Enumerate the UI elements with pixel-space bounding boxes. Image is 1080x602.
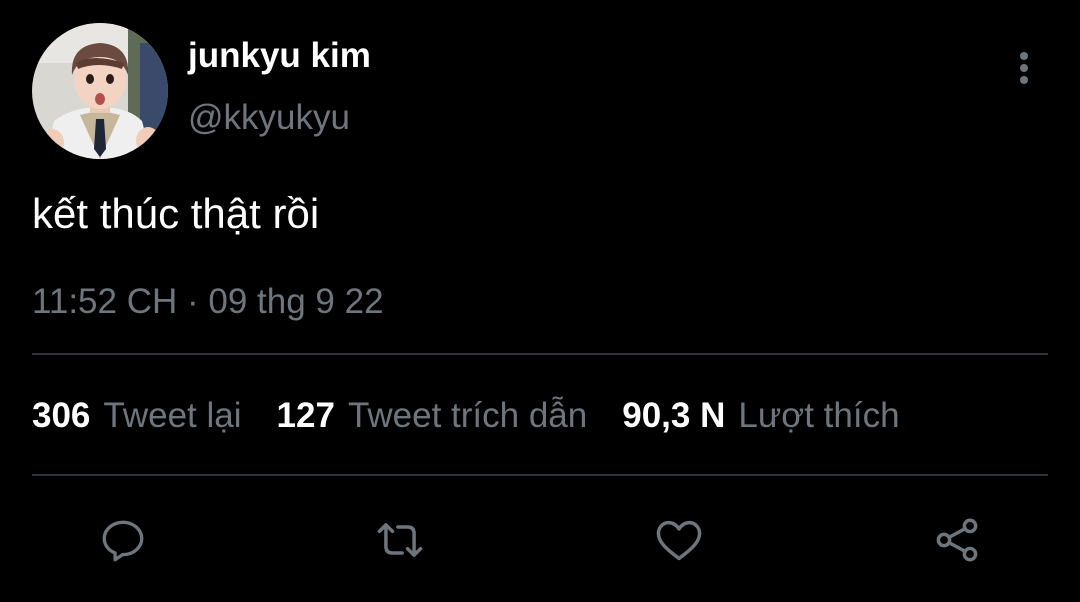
more-options-button[interactable] [1004, 46, 1044, 90]
likes-stat[interactable]: 90,3 N Lượt thích [622, 394, 899, 438]
share-button[interactable] [931, 514, 983, 566]
tweet-time: 11:52 CH [32, 282, 178, 321]
timestamp-separator: · [187, 282, 199, 321]
like-icon [656, 520, 702, 561]
retweet-icon [377, 523, 423, 557]
likes-count: 90,3 N [622, 396, 726, 435]
retweet-button[interactable] [374, 514, 426, 566]
avatar[interactable] [32, 23, 168, 159]
quote-tweets-stat[interactable]: 127 Tweet trích dẫn [277, 394, 588, 438]
avatar-image [32, 23, 168, 159]
retweets-stat[interactable]: 306 Tweet lại [32, 394, 242, 438]
user-handle[interactable]: @kkyukyu [188, 98, 350, 138]
divider [32, 353, 1048, 355]
share-icon [936, 518, 978, 562]
tweet-date: 09 thg 9 22 [208, 282, 384, 321]
engagement-stats: 306 Tweet lại 127 Tweet trích dẫn 90,3 N… [32, 394, 900, 438]
divider [32, 474, 1048, 476]
tweet-text: kết thúc thật rồi [32, 190, 320, 237]
reply-button[interactable] [97, 514, 149, 566]
quote-tweets-count: 127 [276, 396, 335, 435]
retweets-count: 306 [32, 396, 91, 435]
tweet-timestamp[interactable]: 11:52 CH · 09 thg 9 22 [32, 282, 384, 322]
quote-tweets-label: Tweet trích dẫn [347, 396, 588, 435]
like-button[interactable] [653, 514, 705, 566]
retweets-label: Tweet lại [103, 396, 242, 435]
reply-icon [102, 520, 144, 562]
likes-label: Lượt thích [738, 396, 900, 435]
display-name[interactable]: junkyu kim [188, 36, 371, 76]
more-vertical-icon [1020, 52, 1028, 84]
